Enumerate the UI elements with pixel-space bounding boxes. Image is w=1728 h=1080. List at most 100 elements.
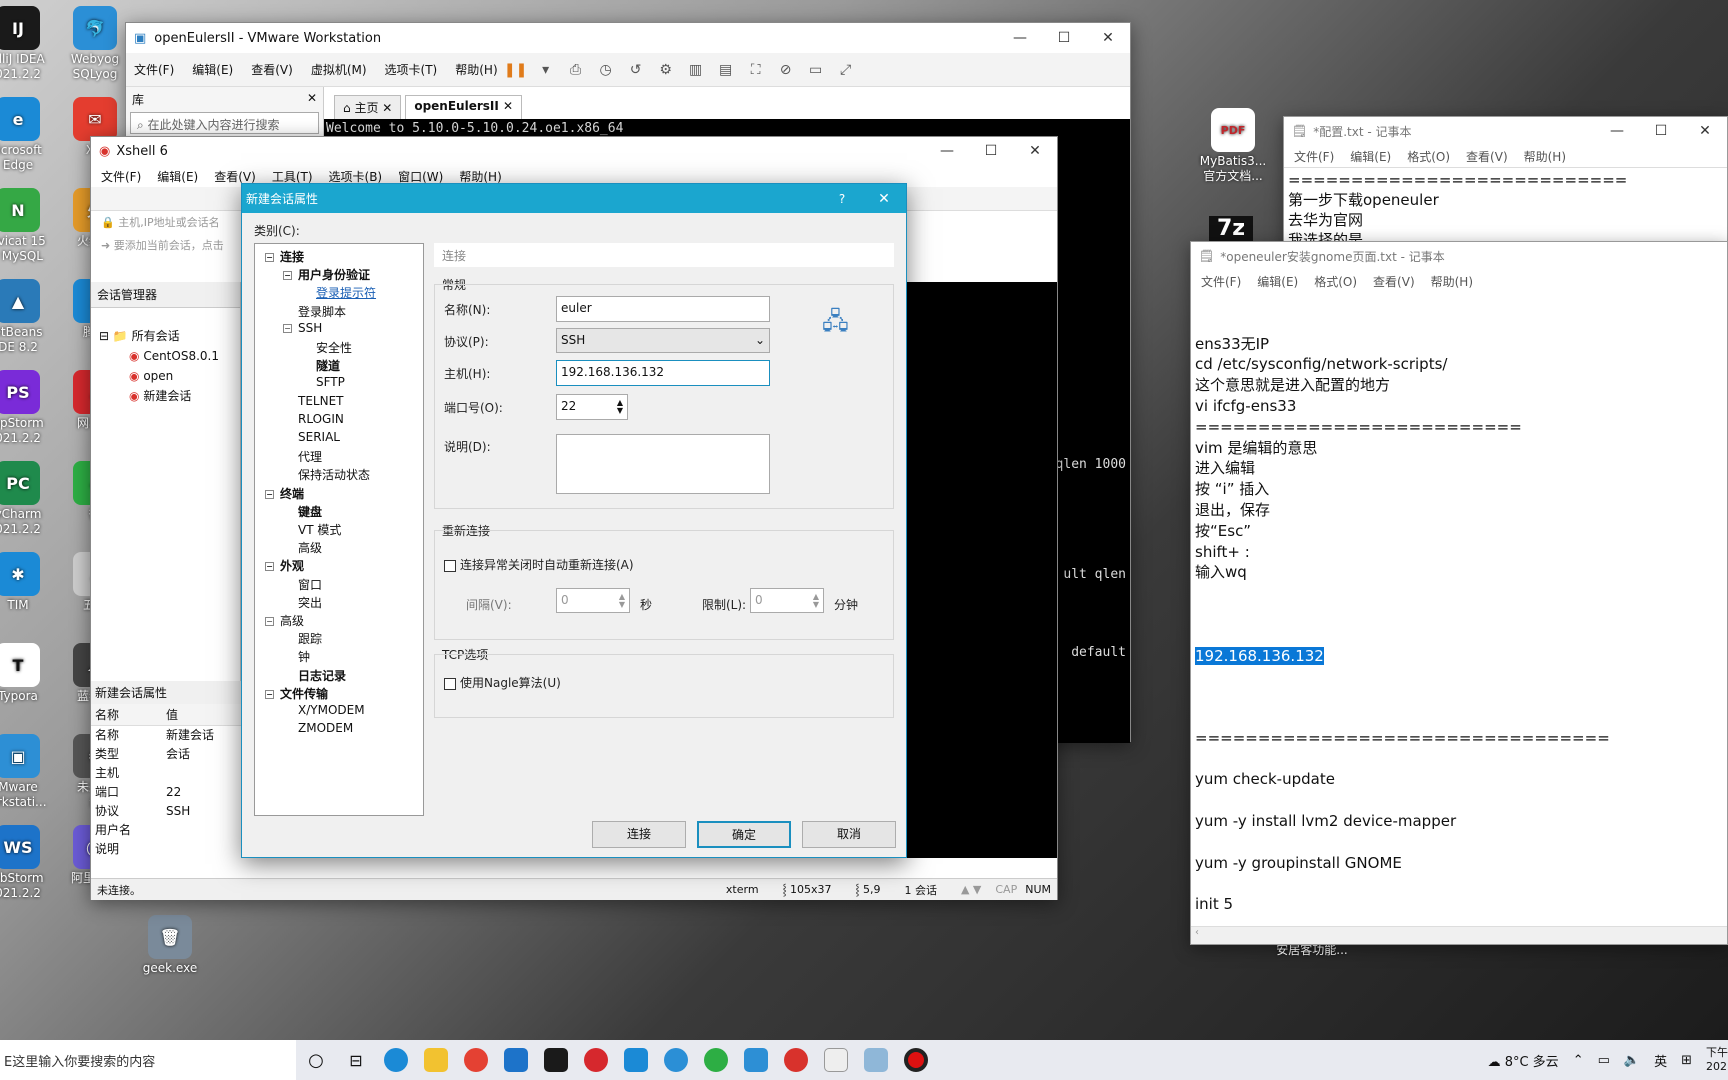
- collapse-icon[interactable]: −: [265, 562, 274, 572]
- category-tree[interactable]: − 连接 − 用户身份验证 登录提示符 登录脚本 − SSH 安全性 隧道 SFTP TELNET RL…: [254, 243, 424, 816]
- console-icon[interactable]: ▭: [804, 59, 828, 81]
- menu-item[interactable]: 工具(T): [272, 168, 313, 185]
- tab-home[interactable]: ⌂ 主页 ✕: [334, 95, 402, 120]
- menu-item[interactable]: 格式(O): [1314, 273, 1357, 290]
- tree-item[interactable]: 键盘: [298, 503, 322, 520]
- snapshot-manager-icon[interactable]: ⚙: [654, 59, 678, 81]
- host-input[interactable]: 192.168.136.132: [556, 360, 770, 386]
- property-row[interactable]: 用户名: [91, 821, 241, 840]
- webstorm-taskbar-icon[interactable]: [496, 1040, 536, 1080]
- tree-item[interactable]: RLOGIN: [298, 412, 344, 426]
- tab-openeulers[interactable]: openEulersII ✕: [405, 95, 523, 120]
- property-row[interactable]: 名称 新建会话: [91, 726, 241, 745]
- menu-item[interactable]: 编辑(E): [1257, 273, 1298, 290]
- connect-button[interactable]: 连接: [592, 821, 686, 848]
- tree-item[interactable]: X/YMODEM: [298, 703, 365, 717]
- app-taskbar-icon[interactable]: [816, 1040, 856, 1080]
- close-button[interactable]: ✕: [862, 191, 906, 207]
- volume-icon[interactable]: 🔈: [1624, 1053, 1640, 1068]
- menu-item[interactable]: 格式(O): [1407, 148, 1450, 165]
- network-icon[interactable]: ▭: [1598, 1053, 1610, 1068]
- menu-item[interactable]: 编辑(E): [157, 168, 198, 185]
- desktop-icon-geek[interactable]: 🗑 geek.exe: [130, 915, 210, 976]
- menu-item[interactable]: 窗口(W): [398, 168, 443, 185]
- revert-snapshot-icon[interactable]: ↺: [624, 59, 648, 81]
- desktop-icon[interactable]: T Typora: [0, 643, 58, 704]
- tree-item[interactable]: 窗口: [298, 576, 322, 593]
- menu-item[interactable]: 帮助(H): [1524, 148, 1566, 165]
- nagle-checkbox[interactable]: 使用Nagle算法(U): [444, 674, 561, 691]
- minimize-button[interactable]: —: [998, 30, 1042, 46]
- name-input[interactable]: euler: [556, 296, 770, 322]
- stretch-icon[interactable]: ⤢: [834, 59, 858, 81]
- menu-item[interactable]: 选项卡(T): [385, 61, 438, 78]
- minimize-button[interactable]: —: [1595, 123, 1639, 139]
- menu-item[interactable]: 文件(F): [1294, 148, 1334, 165]
- fullscreen-icon[interactable]: ⛶: [744, 59, 768, 81]
- tree-item[interactable]: 代理: [298, 448, 322, 465]
- tree-item[interactable]: − 用户身份验证: [283, 266, 370, 283]
- desktop-icon[interactable]: ✱ TIM: [0, 552, 58, 613]
- tree-item[interactable]: 跟踪: [298, 630, 322, 647]
- netease-music-taskbar-icon[interactable]: [576, 1040, 616, 1080]
- input-language[interactable]: 英: [1654, 1051, 1667, 1070]
- close-button[interactable]: ✕: [1683, 123, 1727, 139]
- menu-item[interactable]: 查看(V): [214, 168, 256, 185]
- tim-taskbar-icon[interactable]: [616, 1040, 656, 1080]
- desktop-icon[interactable]: Navicat 15 r MySQL: [0, 188, 58, 264]
- interval-stepper[interactable]: 0 ▲ ▼: [556, 588, 630, 613]
- menu-item[interactable]: 文件(F): [1201, 273, 1241, 290]
- session-item[interactable]: ◉ 新建会话: [99, 386, 232, 406]
- notepad-text-area[interactable]: ens33无IP cd /etc/sysconfig/network-script…: [1191, 292, 1727, 958]
- menu-item[interactable]: 文件(F): [101, 168, 141, 185]
- tree-item[interactable]: − SSH: [283, 321, 322, 335]
- menu-item[interactable]: 文件(F): [134, 61, 174, 78]
- minimize-button[interactable]: —: [925, 143, 969, 159]
- menu-item[interactable]: 虚拟机(M): [311, 61, 367, 78]
- notepad-text-area[interactable]: =========================== 第一步下载openeule…: [1284, 167, 1727, 252]
- menu-item[interactable]: 帮助(H): [455, 61, 497, 78]
- limit-stepper[interactable]: 0 ▲ ▼: [750, 588, 824, 613]
- auto-reconnect-checkbox[interactable]: 连接异常关闭时自动重新连接(A): [444, 556, 634, 573]
- record-taskbar-icon[interactable]: [896, 1040, 936, 1080]
- tray-expand-icon[interactable]: ⌃: [1573, 1053, 1584, 1068]
- maximize-button[interactable]: ☐: [1042, 30, 1086, 46]
- tree-item[interactable]: 日志记录: [298, 667, 346, 684]
- close-library-icon[interactable]: ✕: [307, 91, 317, 108]
- all-sessions-folder[interactable]: ⊟ 📁 所有会话: [99, 326, 232, 346]
- collapse-icon[interactable]: −: [265, 253, 274, 262]
- collapse-icon[interactable]: −: [265, 689, 274, 699]
- notepad-taskbar-icon[interactable]: [856, 1040, 896, 1080]
- property-row[interactable]: 说明: [91, 840, 241, 859]
- property-row[interactable]: 主机: [91, 764, 241, 783]
- snapshot-icon[interactable]: ◷: [594, 59, 618, 81]
- maximize-button[interactable]: ☐: [969, 143, 1013, 159]
- tree-item[interactable]: 隧道: [316, 357, 340, 374]
- desktop-icon[interactable]: IJelliJ IDEA 021.2.2: [0, 6, 58, 82]
- tree-item[interactable]: − 高级: [265, 612, 304, 629]
- close-button[interactable]: ✕: [1086, 30, 1130, 46]
- feedback-taskbar-icon[interactable]: [656, 1040, 696, 1080]
- property-row[interactable]: 协议 SSH: [91, 802, 241, 821]
- tree-item[interactable]: 保持活动状态: [298, 466, 370, 483]
- tree-item[interactable]: ZMODEM: [298, 721, 353, 735]
- menu-item[interactable]: 查看(V): [1373, 273, 1415, 290]
- weather-widget[interactable]: ☁ 8°C 多云: [1488, 1051, 1559, 1070]
- tree-item[interactable]: − 连接: [265, 248, 304, 265]
- tree-item[interactable]: SERIAL: [298, 430, 340, 444]
- cancel-button[interactable]: 取消: [802, 821, 896, 848]
- desktop-icon-mybatis-pdf[interactable]: PDF MyBatis3... 官方文档...: [1193, 108, 1273, 184]
- dropdown-icon[interactable]: ▾: [534, 59, 558, 81]
- property-row[interactable]: 端口 22: [91, 783, 241, 802]
- collapse-icon[interactable]: −: [283, 271, 292, 281]
- menu-item[interactable]: 编辑(E): [1350, 148, 1391, 165]
- tree-item[interactable]: SFTP: [316, 375, 345, 389]
- maximize-button[interactable]: ☐: [1639, 123, 1683, 139]
- tree-item[interactable]: 突出: [298, 594, 322, 611]
- taskbar-search-box[interactable]: E这里输入你要搜索的内容: [0, 1040, 296, 1080]
- tree-item[interactable]: 登录脚本: [298, 303, 346, 320]
- horizontal-scrollbar[interactable]: ‹: [1191, 926, 1727, 944]
- tree-item[interactable]: − 外观: [265, 557, 304, 574]
- tree-item[interactable]: − 文件传输: [265, 685, 328, 702]
- intellij-taskbar-icon[interactable]: [536, 1040, 576, 1080]
